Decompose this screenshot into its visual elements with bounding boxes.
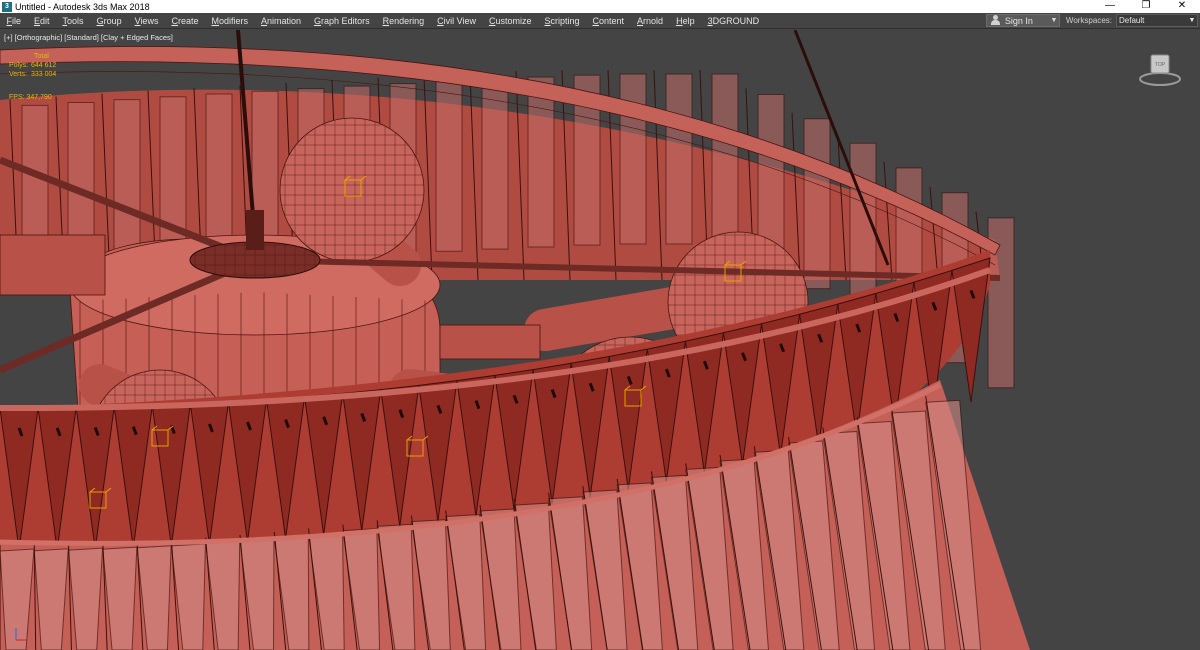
fps-label: FPS: [9, 94, 25, 101]
shade-panel [665, 73, 693, 245]
stats-header: Total [34, 53, 49, 60]
minimize-button[interactable]: — [1092, 0, 1128, 13]
menu-scripting[interactable]: Scripting [538, 13, 586, 29]
polys-label: Polys: [9, 62, 29, 69]
statistics-panel: Total Polys: 644 612 Verts: 333 004 [9, 52, 71, 79]
menu-graph-editors[interactable]: Graph Editors [308, 13, 377, 29]
perspective-viewport[interactable]: [+] [Orthographic] [Standard] [Clay + Ed… [0, 30, 1200, 650]
menu-edit[interactable]: Edit [28, 13, 57, 29]
fps-readout: FPS: 347,790 [9, 94, 52, 101]
menu-help[interactable]: Help [670, 13, 702, 29]
sign-in-button[interactable]: Sign In ▼ [985, 14, 1060, 27]
stats-verts-row: Verts: 333 004 [9, 70, 71, 79]
shade-panel [803, 118, 831, 290]
workspaces-value: Default [1119, 16, 1145, 25]
menu-modifiers[interactable]: Modifiers [205, 13, 255, 29]
user-icon [990, 15, 1002, 26]
sign-in-label: Sign In [1004, 15, 1033, 26]
window-title: Untitled - Autodesk 3ds Max 2018 [15, 1, 150, 12]
axis-tripod-icon [15, 628, 26, 641]
menu-bar: File Edit Tools Group Views Create Modif… [0, 13, 1200, 29]
menu-rendering[interactable]: Rendering [376, 13, 431, 29]
verts-value: 333 004 [31, 71, 57, 78]
menu-civil-view[interactable]: Civil View [431, 13, 483, 29]
shade-panel [527, 76, 555, 248]
verts-label: Verts: [9, 71, 27, 78]
menu-content[interactable]: Content [586, 13, 631, 29]
arm-cylinder [0, 234, 106, 296]
polys-value: 644 612 [31, 62, 57, 69]
menu-views[interactable]: Views [128, 13, 165, 29]
maximize-button[interactable]: ❐ [1128, 0, 1164, 13]
viewport-label[interactable]: [+] [Orthographic] [Standard] [Clay + Ed… [4, 33, 173, 42]
shade-panel [481, 78, 509, 250]
workspaces-label: Workspaces: [1065, 16, 1112, 25]
chandelier-model[interactable] [0, 30, 1200, 650]
fps-value: 347,790 [26, 94, 52, 101]
chevron-down-icon: ▼ [1188, 17, 1196, 24]
stats-polys-row: Polys: 644 612 [9, 61, 71, 70]
menu-3dground[interactable]: 3DGROUND [701, 13, 766, 29]
chevron-down-icon: ▼ [1050, 17, 1058, 24]
title-bar: 3 Untitled - Autodesk 3ds Max 2018 — ❐ ✕ [0, 0, 1200, 13]
menu-animation[interactable]: Animation [254, 13, 307, 29]
shade-panel [711, 73, 739, 245]
arm-cylinder [439, 324, 541, 360]
menu-arnold[interactable]: Arnold [631, 13, 670, 29]
shade-panel [435, 80, 463, 252]
3ds-max-icon: 3 [2, 1, 12, 12]
menu-group[interactable]: Group [90, 13, 128, 29]
menu-file[interactable]: File [0, 13, 28, 29]
close-button[interactable]: ✕ [1164, 0, 1200, 13]
menu-create[interactable]: Create [165, 13, 205, 29]
workspaces-dropdown[interactable]: Default ▼ [1116, 14, 1198, 27]
menu-customize[interactable]: Customize [482, 13, 538, 29]
viewcube-face: TOP [1155, 62, 1166, 68]
viewcube-icon[interactable]: TOP [1138, 52, 1182, 88]
globe-wireframe [280, 118, 424, 262]
menu-tools[interactable]: Tools [56, 13, 90, 29]
